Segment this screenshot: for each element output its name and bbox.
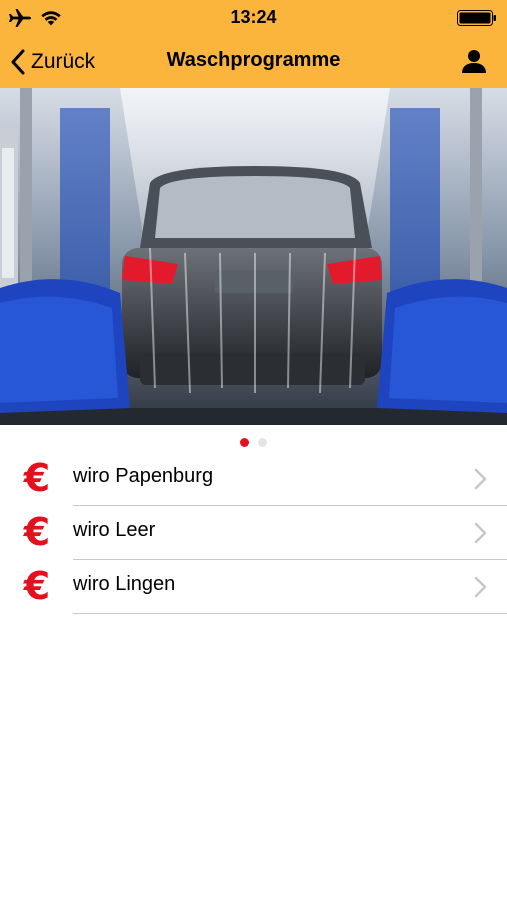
separator [73, 613, 507, 614]
status-time: 13:24 [230, 7, 277, 27]
list-item-label: wiro Lingen [73, 573, 176, 595]
chevron-right-icon [474, 522, 487, 544]
page-dot-1[interactable] [240, 438, 249, 447]
chevron-right-icon [474, 576, 487, 598]
page-indicator[interactable] [0, 438, 507, 450]
list-item-label: wiro Papenburg [73, 465, 214, 487]
list-item-leer[interactable]: € wiro Leer [0, 506, 507, 560]
location-list: € wiro Papenburg € wiro Leer € wiro Ling… [0, 452, 507, 614]
profile-icon[interactable] [461, 48, 487, 74]
chevron-right-icon [474, 468, 487, 490]
page-title: Waschprogramme [166, 49, 341, 71]
status-bar: 13:24 [0, 0, 507, 36]
carousel-image[interactable] [0, 88, 507, 425]
euro-icon: € [23, 456, 51, 500]
list-item-label: wiro Leer [73, 519, 156, 541]
euro-icon: € [23, 564, 51, 608]
header: 13:24 Zurück Waschprogramme [0, 0, 507, 88]
list-item-lingen[interactable]: € wiro Lingen [0, 560, 507, 614]
list-item-papenburg[interactable]: € wiro Papenburg [0, 452, 507, 506]
battery-icon [457, 10, 496, 26]
euro-icon: € [23, 510, 51, 554]
car-wash-image [0, 88, 507, 425]
nav-bar: Zurück Waschprogramme [0, 36, 507, 88]
page-dot-2[interactable] [258, 438, 267, 447]
